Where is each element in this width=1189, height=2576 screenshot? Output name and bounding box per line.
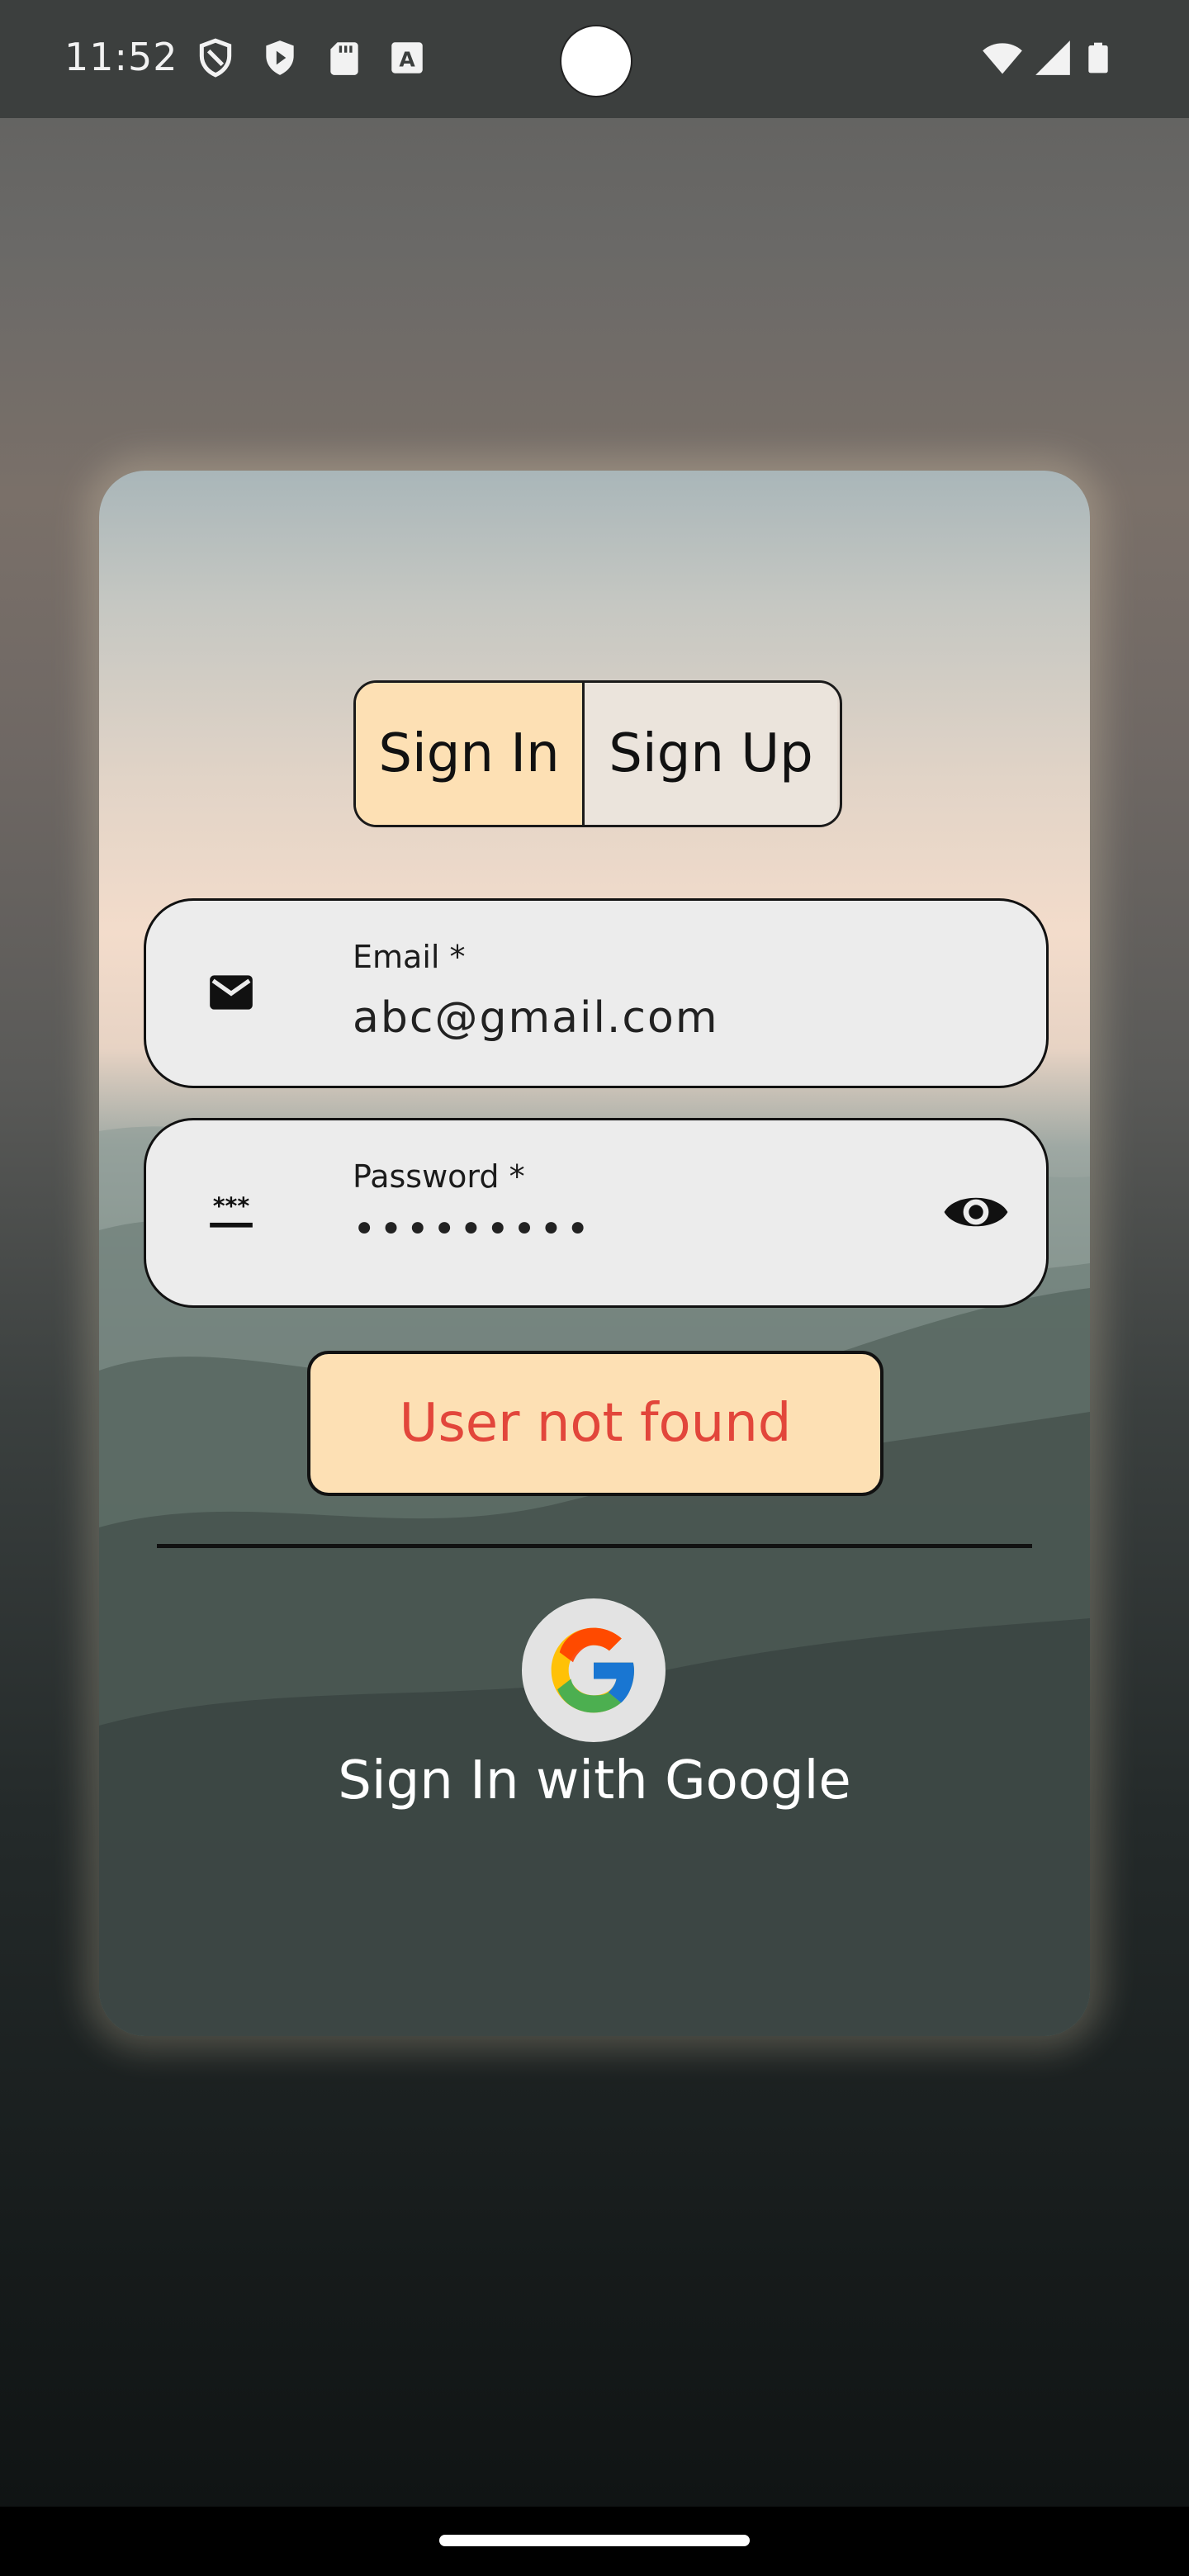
sign-up-tab[interactable]: Sign Up (585, 683, 837, 825)
auth-mode-toggle: Sign In Sign Up (353, 680, 842, 827)
status-bar: 11:52 A (0, 0, 1189, 118)
sign-in-submit-button[interactable]: User not found (307, 1351, 883, 1496)
mail-icon (210, 975, 253, 1010)
password-field-value: ••••••••• (353, 1206, 593, 1252)
shield-outline-icon (199, 38, 232, 78)
google-sign-in-label[interactable]: Sign In with Google (99, 1750, 1090, 1811)
google-sign-in-button[interactable] (522, 1598, 666, 1742)
sd-card-icon (330, 42, 358, 75)
password-icon: *** (210, 1193, 253, 1228)
svg-text:A: A (399, 47, 415, 71)
wifi-icon (983, 43, 1022, 74)
email-field[interactable]: Email * abc@gmail.com (144, 898, 1049, 1088)
google-g-icon (551, 1627, 634, 1713)
front-camera (560, 25, 632, 97)
font-a-icon: A (391, 42, 423, 73)
auth-card: Sign In Sign Up Email * abc@gmail.com **… (99, 471, 1090, 2036)
password-field-label: Password * (353, 1158, 525, 1195)
play-shield-icon (266, 40, 294, 75)
battery-icon (1088, 42, 1108, 73)
email-field-label: Email * (353, 939, 466, 975)
password-field[interactable]: *** Password * ••••••••• (144, 1118, 1049, 1308)
eye-icon[interactable] (942, 1186, 1010, 1238)
divider (157, 1544, 1032, 1548)
svg-text:***: *** (213, 1193, 250, 1220)
email-field-value: abc@gmail.com (353, 993, 719, 1043)
status-time: 11:52 (64, 35, 178, 79)
signal-icon (1035, 40, 1070, 75)
home-gesture-handle[interactable] (439, 2535, 750, 2546)
sign-in-tab[interactable]: Sign In (356, 683, 585, 825)
